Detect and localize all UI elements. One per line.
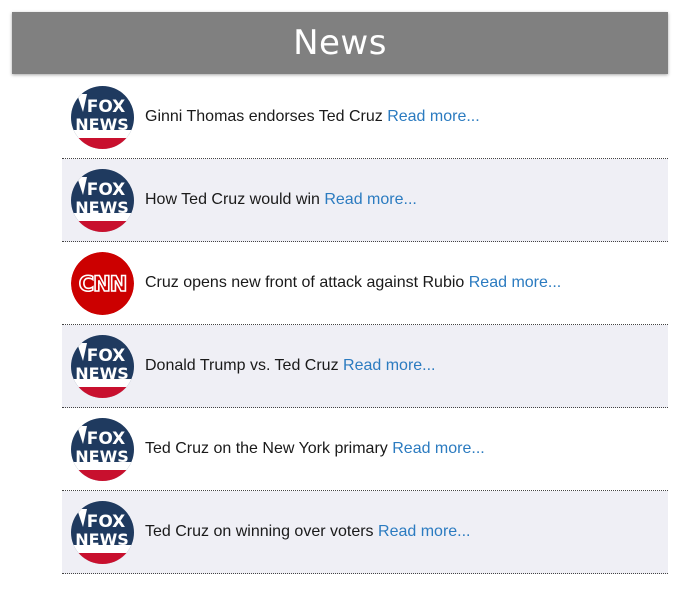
- news-text: How Ted Cruz would win Read more...: [145, 191, 417, 209]
- fox-news-logo: FOX NEWS: [71, 417, 134, 481]
- read-more-link[interactable]: Read more...: [392, 440, 484, 457]
- news-list: FOX NEWS Ginni Thomas endorses Ted Cruz …: [62, 76, 668, 574]
- news-headline: Ted Cruz on the New York primary: [145, 440, 388, 457]
- news-item: FOX NEWS Donald Trump vs. Ted Cruz Read …: [62, 325, 668, 408]
- news-headline: Cruz opens new front of attack against R…: [145, 274, 465, 291]
- news-headline: Ted Cruz on winning over voters: [145, 523, 374, 540]
- svg-text:FOX: FOX: [87, 429, 126, 449]
- svg-text:NEWS: NEWS: [75, 447, 129, 466]
- page-title: News: [293, 23, 387, 63]
- news-headline: Donald Trump vs. Ted Cruz: [145, 357, 339, 374]
- read-more-link[interactable]: Read more...: [387, 108, 479, 125]
- news-item: FOX NEWS How Ted Cruz would win Read mor…: [62, 159, 668, 242]
- read-more-link[interactable]: Read more...: [343, 357, 435, 374]
- news-text: Cruz opens new front of attack against R…: [145, 274, 561, 292]
- news-headline: How Ted Cruz would win: [145, 191, 320, 208]
- cnn-logo: CNN: [71, 251, 134, 315]
- svg-text:NEWS: NEWS: [75, 115, 129, 134]
- svg-text:FOX: FOX: [87, 512, 126, 532]
- read-more-link[interactable]: Read more...: [324, 191, 416, 208]
- news-item: FOX NEWS Ginni Thomas endorses Ted Cruz …: [62, 76, 668, 159]
- news-item: FOX NEWS Ted Cruz on the New York primar…: [62, 408, 668, 491]
- fox-news-logo: FOX NEWS: [71, 168, 134, 232]
- news-headline: Ginni Thomas endorses Ted Cruz: [145, 108, 383, 125]
- svg-text:FOX: FOX: [87, 97, 126, 117]
- news-text: Ginni Thomas endorses Ted Cruz Read more…: [145, 108, 480, 126]
- news-text: Donald Trump vs. Ted Cruz Read more...: [145, 357, 436, 375]
- page-header: News: [12, 12, 668, 74]
- fox-news-logo: FOX NEWS: [71, 85, 134, 149]
- fox-news-logo: FOX NEWS: [71, 500, 134, 564]
- news-text: Ted Cruz on winning over voters Read mor…: [145, 523, 471, 541]
- news-item: FOX NEWS Ted Cruz on winning over voters…: [62, 491, 668, 574]
- svg-text:NEWS: NEWS: [75, 530, 129, 549]
- svg-text:NEWS: NEWS: [75, 364, 129, 383]
- read-more-link[interactable]: Read more...: [469, 274, 561, 291]
- read-more-link[interactable]: Read more...: [378, 523, 470, 540]
- news-text: Ted Cruz on the New York primary Read mo…: [145, 440, 485, 458]
- svg-text:FOX: FOX: [87, 180, 126, 200]
- svg-text:FOX: FOX: [87, 346, 126, 366]
- svg-text:NEWS: NEWS: [75, 198, 129, 217]
- news-item: CNN Cruz opens new front of attack again…: [62, 242, 668, 325]
- fox-news-logo: FOX NEWS: [71, 334, 134, 398]
- svg-text:CNN: CNN: [79, 272, 127, 296]
